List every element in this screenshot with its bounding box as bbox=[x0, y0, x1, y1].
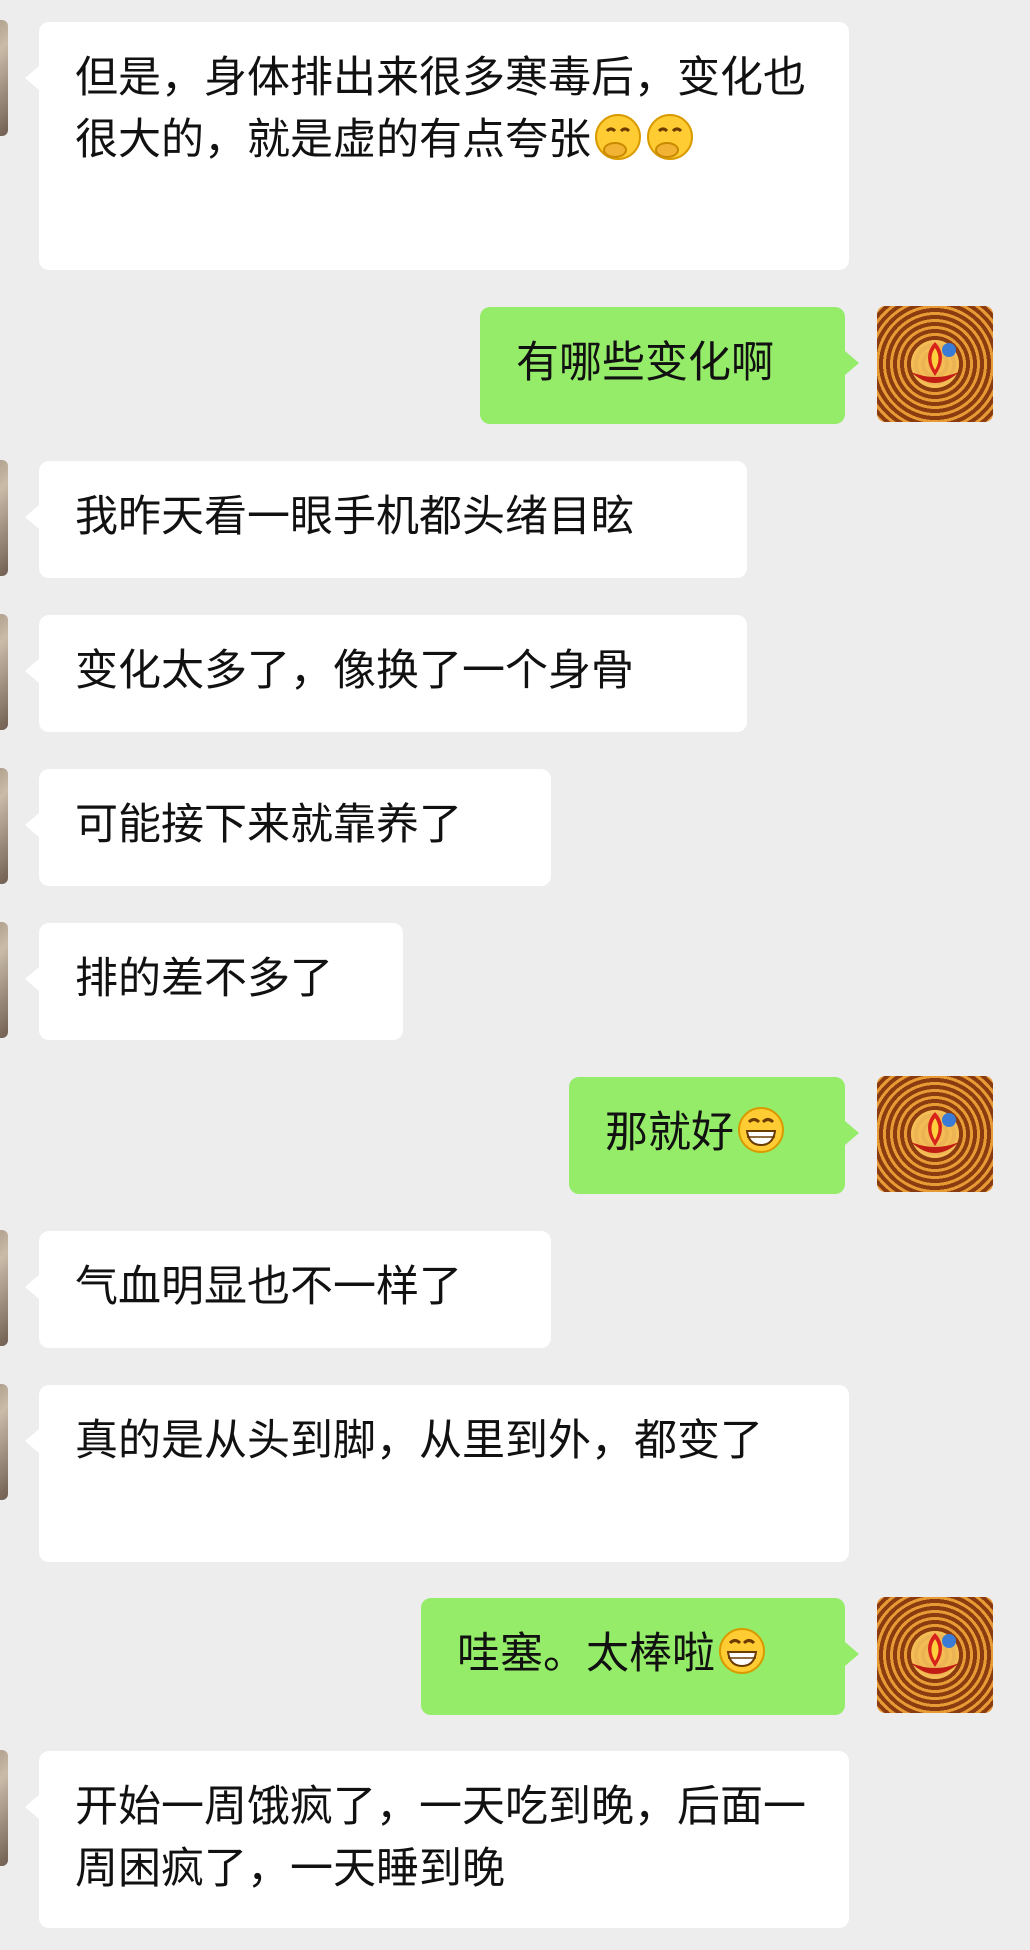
incoming-message-bubble[interactable]: 开始一周饿疯了，一天吃到晚，后面一周困疯了，一天睡到晚 bbox=[25, 1751, 849, 1928]
message-text: 开始一周饿疯了，一天吃到晚，后面一周困疯了，一天睡到晚 bbox=[75, 1782, 806, 1894]
lotus-flame-avatar-icon[interactable] bbox=[877, 306, 993, 422]
outgoing-message-bubble[interactable]: 那就好 bbox=[569, 1077, 859, 1194]
contact-avatar-icon[interactable] bbox=[0, 1750, 8, 1866]
incoming-message-bubble[interactable]: 真的是从头到脚，从里到外，都变了 bbox=[25, 1385, 849, 1562]
incoming-message-bubble[interactable]: 变化太多了，像换了一个身骨 bbox=[25, 615, 747, 732]
contact-avatar-icon[interactable] bbox=[0, 614, 8, 730]
face-with-hand-over-mouth-emoji bbox=[593, 112, 643, 162]
incoming-message-bubble[interactable]: 我昨天看一眼手机都头绪目眩 bbox=[25, 461, 747, 578]
message-text: 那就好 bbox=[605, 1108, 734, 1158]
contact-avatar-icon[interactable] bbox=[0, 20, 8, 136]
message-text: 我昨天看一眼手机都头绪目眩 bbox=[75, 492, 634, 542]
face-with-hand-over-mouth-emoji bbox=[645, 112, 695, 162]
message-text: 可能接下来就靠养了 bbox=[75, 800, 462, 850]
incoming-message-bubble[interactable]: 排的差不多了 bbox=[25, 923, 403, 1040]
contact-avatar-icon[interactable] bbox=[0, 922, 8, 1038]
lotus-flame-avatar-icon[interactable] bbox=[877, 1597, 993, 1713]
message-text: 排的差不多了 bbox=[75, 954, 333, 1004]
outgoing-message-bubble[interactable]: 哇塞。太棒啦 bbox=[421, 1598, 859, 1715]
message-text: 变化太多了，像换了一个身骨 bbox=[75, 646, 634, 696]
incoming-message-bubble[interactable]: 但是，身体排出来很多寒毒后，变化也很大的，就是虚的有点夸张 bbox=[25, 22, 849, 270]
grinning-face-emoji bbox=[736, 1105, 786, 1155]
message-text: 哇塞。太棒啦 bbox=[457, 1629, 715, 1679]
grinning-face-emoji bbox=[717, 1626, 767, 1676]
outgoing-message-bubble[interactable]: 有哪些变化啊 bbox=[480, 307, 859, 424]
contact-avatar-icon[interactable] bbox=[0, 1230, 8, 1346]
lotus-flame-avatar-icon[interactable] bbox=[877, 1076, 993, 1192]
contact-avatar-icon[interactable] bbox=[0, 1384, 8, 1500]
message-text: 有哪些变化啊 bbox=[516, 338, 774, 388]
incoming-message-bubble[interactable]: 可能接下来就靠养了 bbox=[25, 769, 551, 886]
contact-avatar-icon[interactable] bbox=[0, 768, 8, 884]
chat-message-list[interactable]: 但是，身体排出来很多寒毒后，变化也很大的，就是虚的有点夸张 有哪些变化啊 我昨天… bbox=[0, 0, 1030, 1950]
message-text: 但是，身体排出来很多寒毒后，变化也很大的，就是虚的有点夸张 bbox=[75, 53, 806, 165]
contact-avatar-icon[interactable] bbox=[0, 460, 8, 576]
incoming-message-bubble[interactable]: 气血明显也不一样了 bbox=[25, 1231, 551, 1348]
message-text: 气血明显也不一样了 bbox=[75, 1262, 462, 1312]
message-text: 真的是从头到脚，从里到外，都变了 bbox=[75, 1416, 763, 1466]
